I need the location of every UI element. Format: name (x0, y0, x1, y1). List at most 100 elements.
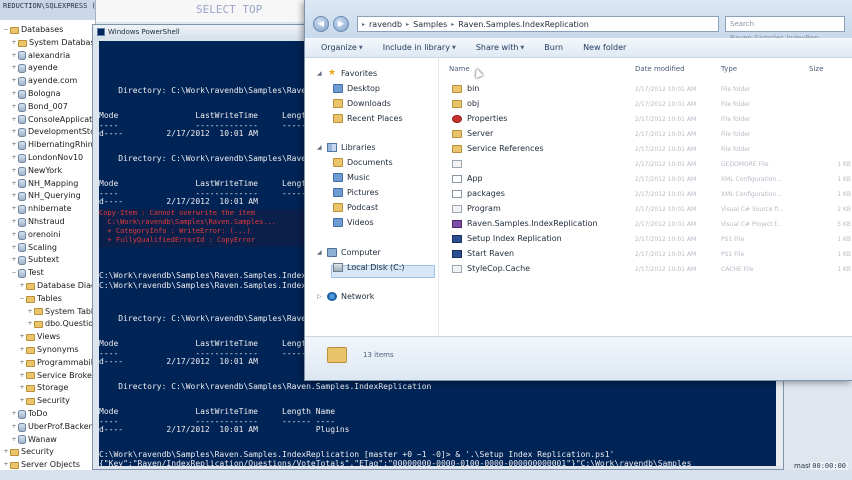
ssms-tree-node[interactable]: + dbo.Questions (0, 318, 95, 331)
tree-expander-icon[interactable]: + (10, 254, 18, 267)
nav-pictures[interactable]: Pictures (333, 188, 379, 197)
tree-expander-icon[interactable]: − (2, 24, 10, 37)
file-row[interactable]: obj 2/17/2012 10:01 AM File folder (439, 97, 852, 111)
tree-expander-icon[interactable]: + (10, 62, 18, 75)
expand-arrow-icon[interactable]: ◢ (317, 249, 323, 256)
tree-expander-icon[interactable]: + (10, 408, 18, 421)
ssms-tree-node[interactable]: + Nhstraud (0, 216, 95, 229)
breadcrumb-item[interactable]: Raven.Samples.IndexReplication (458, 20, 589, 29)
expand-arrow-icon[interactable]: ▷ (317, 293, 323, 300)
toolbar-button[interactable]: Organize ▼ (321, 43, 363, 52)
ssms-tree-node[interactable]: + ToDo (0, 408, 95, 421)
file-row[interactable]: Raven.Samples.IndexReplication 2/17/2012 … (439, 217, 852, 231)
toolbar-button[interactable]: Burn (544, 43, 563, 52)
breadcrumb-item[interactable]: ravendb (369, 20, 402, 29)
column-size[interactable]: Size (809, 65, 823, 73)
breadcrumb-separator-icon[interactable]: ▸ (406, 21, 409, 28)
tree-expander-icon[interactable]: + (10, 434, 18, 447)
ssms-tree-node[interactable]: + NewYork (0, 165, 95, 178)
nav-videos[interactable]: Videos (333, 218, 374, 227)
tree-expander-icon[interactable]: + (26, 318, 34, 331)
tree-expander-icon[interactable]: + (10, 50, 18, 63)
explorer-window[interactable]: ◀ ▶ ▸ ravendb ▸ Samples ▸ Raven.Samples.Index… (304, 0, 852, 381)
ssms-tree-node[interactable]: + Synonyms (0, 344, 95, 357)
ssms-tree-node[interactable]: + Wanaw (0, 434, 95, 447)
file-row[interactable]: Start Raven 2/17/2012 10:01 AM PS1 File 1 K… (439, 247, 852, 261)
tree-expander-icon[interactable]: + (10, 190, 18, 203)
ssms-tree-node[interactable]: + ConsoleApplication (0, 114, 95, 127)
expand-arrow-icon[interactable]: ◢ (317, 70, 323, 77)
file-row[interactable]: Service References 2/17/2012 10:01 AM File… (439, 142, 852, 156)
nav-music[interactable]: Music (333, 173, 370, 182)
ssms-tree-node[interactable]: − Tables (0, 293, 95, 306)
ssms-tree-node[interactable]: + Bond_007 (0, 101, 95, 114)
tree-expander-icon[interactable]: + (10, 75, 18, 88)
tree-expander-icon[interactable]: + (10, 139, 18, 152)
address-bar[interactable]: ▸ ravendb ▸ Samples ▸ Raven.Samples.IndexRepl… (357, 16, 719, 32)
search-input[interactable]: Search Raven.Samples.IndexRep... (725, 16, 845, 42)
nav-favorites[interactable]: ◢ ★ Favorites (317, 69, 377, 79)
nav-podcast[interactable]: Podcast (333, 203, 378, 212)
ssms-tree-node[interactable]: + Service Broker (0, 370, 95, 383)
tree-expander-icon[interactable]: + (10, 216, 18, 229)
breadcrumb-separator-icon[interactable]: ▸ (362, 21, 365, 28)
breadcrumb-separator-icon[interactable]: ▸ (451, 21, 454, 28)
ssms-tree-node[interactable]: + ayende.com (0, 75, 95, 88)
tree-expander-icon[interactable]: − (18, 293, 26, 306)
tree-expander-icon[interactable]: + (10, 114, 18, 127)
back-arrow-icon[interactable]: ◀ (313, 16, 329, 32)
tree-expander-icon[interactable]: + (18, 382, 26, 395)
ssms-tree-node[interactable]: + NH_Mapping (0, 178, 95, 191)
ssms-tree-node[interactable]: + LondonNov10 (0, 152, 95, 165)
ssms-tree-node[interactable]: + nhibernate (0, 203, 95, 216)
tree-expander-icon[interactable]: + (10, 152, 18, 165)
file-row[interactable]: App 2/17/2012 10:01 AM XML Configuration..… (439, 172, 852, 186)
file-row[interactable]: Program 2/17/2012 10:01 AM Visual C# Sourc… (439, 202, 852, 216)
tree-expander-icon[interactable]: + (18, 280, 26, 293)
forward-arrow-icon[interactable]: ▶ (333, 16, 349, 32)
file-row[interactable]: 2/17/2012 10:01 AM GEDOMORE File 1 KB (439, 157, 852, 171)
file-row[interactable]: Setup Index Replication 2/17/2012 10:01 A… (439, 232, 852, 246)
ssms-tree-node[interactable]: + DevelopmentStorage (0, 126, 95, 139)
nav-desktop[interactable]: Desktop (333, 84, 380, 93)
toolbar-button[interactable]: New folder (583, 43, 626, 52)
expand-arrow-icon[interactable]: ◢ (317, 144, 323, 151)
ssms-tree-node[interactable]: + orenoini (0, 229, 95, 242)
toolbar-button[interactable]: Share with ▼ (476, 43, 524, 52)
nav-network[interactable]: ▷ Network (317, 292, 374, 301)
tree-expander-icon[interactable]: + (10, 37, 18, 50)
ssms-tree-node[interactable]: + alexandria (0, 50, 95, 63)
ssms-tree-node[interactable]: − Databases (0, 24, 95, 37)
tree-expander-icon[interactable]: + (10, 421, 18, 434)
nav-computer[interactable]: ◢ Computer (317, 248, 381, 257)
file-row[interactable]: packages 2/17/2012 10:01 AM XML Configurat… (439, 187, 852, 201)
tree-expander-icon[interactable]: + (10, 229, 18, 242)
file-row[interactable]: StyleCop.Cache 2/17/2012 10:01 AM CACHE Fi… (439, 262, 852, 276)
tree-expander-icon[interactable]: + (18, 370, 26, 383)
ssms-tree-node[interactable]: + System Tables (0, 306, 95, 319)
tree-expander-icon[interactable]: + (10, 178, 18, 191)
ssms-tree-node[interactable]: + ayende (0, 62, 95, 75)
nav-recent-places[interactable]: Recent Places (333, 114, 403, 123)
tree-expander-icon[interactable]: + (10, 165, 18, 178)
nav-libraries[interactable]: ◢ Libraries (317, 143, 376, 152)
ssms-tree-node[interactable]: + Programmability (0, 357, 95, 370)
tree-expander-icon[interactable]: + (10, 242, 18, 255)
tree-expander-icon[interactable]: + (18, 395, 26, 408)
toolbar-button[interactable]: Include in library ▼ (383, 43, 456, 52)
ssms-tree-node[interactable]: + NH_Querying (0, 190, 95, 203)
tree-expander-icon[interactable]: + (18, 331, 26, 344)
file-row[interactable]: bin 2/17/2012 10:01 AM File folder (439, 82, 852, 96)
file-row[interactable]: Properties 2/17/2012 10:01 AM File folder (439, 112, 852, 126)
ssms-tree-node[interactable]: − Test (0, 267, 95, 280)
ssms-tree-node[interactable]: + Subtext (0, 254, 95, 267)
ssms-tree-node[interactable]: + Security (0, 446, 95, 459)
tree-expander-icon[interactable]: + (10, 88, 18, 101)
ssms-tree-node[interactable]: + HibernatingRhinos (0, 139, 95, 152)
tree-expander-icon[interactable]: + (10, 101, 18, 114)
ssms-tree-node[interactable]: + Views (0, 331, 95, 344)
column-date[interactable]: Date modified (635, 65, 685, 73)
ssms-tree-node[interactable]: + System Databases (0, 37, 95, 50)
nav-documents[interactable]: Documents (333, 158, 393, 167)
tree-expander-icon[interactable]: + (18, 344, 26, 357)
